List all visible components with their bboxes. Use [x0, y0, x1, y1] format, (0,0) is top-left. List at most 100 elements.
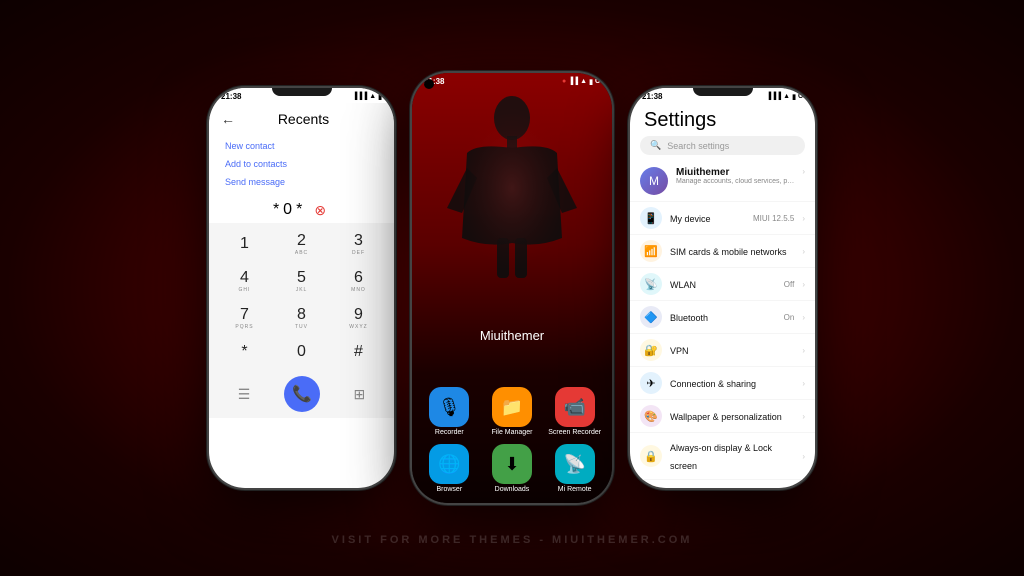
dialpad-display: *0* ⊗ [209, 195, 394, 223]
connection-icon: ✈ [640, 372, 662, 394]
signal-icon: ▐▐▐ [352, 93, 367, 100]
phone-center: 21:38 ● ▐▐ ▲ ▮ C Miuithemer 🎙 Recorder [412, 73, 612, 503]
punch-hole [424, 79, 434, 89]
phone-right: 21:38 ▐▐▐ ▲ ▮ C Settings 🔍 Search settin… [630, 88, 815, 488]
app-downloads[interactable]: ⬇ Downloads [485, 444, 540, 493]
account-name: Miuithemer [676, 167, 794, 178]
account-sub: Manage accounts, cloud services, payment… [676, 178, 794, 185]
dial-key-hash[interactable]: # [331, 338, 386, 366]
app-recorder[interactable]: 🎙 Recorder [422, 387, 477, 436]
wifi-center: ▲ [580, 78, 587, 85]
dial-key-8[interactable]: 8TUV [274, 301, 329, 336]
dial-key-3[interactable]: 3DEF [331, 227, 386, 262]
wlan-title: WLAN [670, 280, 696, 290]
phone-left: 21:38 ▐▐▐ ▲ ▮ ← Recents New contact Add … [209, 88, 394, 488]
account-avatar: M [640, 167, 668, 195]
settings-item-aod[interactable]: 🔒 Always-on display & Lock screen › [630, 433, 815, 480]
dial-key-9[interactable]: 9WXYZ [331, 301, 386, 336]
browser-label: Browser [436, 486, 462, 493]
dialpad-grid: 1 2ABC 3DEF 4GHI 5JKL 6MNO 7PQRS 8TUV 9W… [209, 223, 394, 370]
dial-key-0[interactable]: 0 [274, 338, 329, 366]
settings-search-bar[interactable]: 🔍 Search settings [640, 136, 805, 155]
recorder-icon: 🎙 [429, 387, 469, 427]
status-time-left: 21:38 [221, 92, 241, 101]
settings-item-display[interactable]: ☀ Display › [630, 480, 815, 488]
dialed-number: *0* [273, 201, 306, 219]
settings-item-vpn[interactable]: 🔐 VPN › [630, 334, 815, 367]
notch-left [272, 88, 332, 96]
battery-right: ▮ [792, 93, 796, 101]
vpn-content: VPN [670, 341, 794, 359]
app-browser[interactable]: 🌐 Browser [422, 444, 477, 493]
aod-content: Always-on display & Lock screen [670, 438, 794, 474]
settings-item-wallpaper[interactable]: 🎨 Wallpaper & personalization › [630, 400, 815, 433]
chevron-device: › [802, 214, 805, 223]
settings-screen: 21:38 ▐▐▐ ▲ ▮ C Settings 🔍 Search settin… [630, 88, 815, 488]
add-contacts-option[interactable]: Add to contacts [225, 155, 378, 173]
launcher-greeting: Miuithemer [412, 328, 612, 343]
chevron-wlan: › [802, 280, 805, 289]
dial-key-2[interactable]: 2ABC [274, 227, 329, 262]
settings-item-connection[interactable]: ✈ Connection & sharing › [630, 367, 815, 400]
browser-icon: 🌐 [429, 444, 469, 484]
status-icons-right: ▐▐▐ ▲ ▮ C [766, 93, 803, 101]
menu-icon[interactable]: ☰ [238, 386, 251, 403]
dial-key-1[interactable]: 1 [217, 227, 272, 262]
chevron-account: › [802, 167, 805, 176]
status-icons-center: ● ▐▐ ▲ ▮ C [562, 78, 600, 86]
chevron-sim: › [802, 247, 805, 256]
settings-item-bluetooth[interactable]: 🔷 Bluetooth On › [630, 301, 815, 334]
dial-key-5[interactable]: 5JKL [274, 264, 329, 299]
new-contact-option[interactable]: New contact [225, 137, 378, 155]
dial-key-7[interactable]: 7PQRS [217, 301, 272, 336]
device-content: My device [670, 209, 745, 227]
chevron-wallpaper: › [802, 412, 805, 421]
signal-center: ▐▐ [568, 78, 578, 85]
settings-item-sim[interactable]: 📶 SIM cards & mobile networks › [630, 235, 815, 268]
battery-icon: ▮ [378, 93, 382, 101]
mi-remote-icon: 📡 [555, 444, 595, 484]
chevron-bluetooth: › [802, 313, 805, 322]
chevron-aod: › [802, 452, 805, 461]
search-icon: 🔍 [650, 140, 661, 151]
file-manager-label: File Manager [492, 429, 533, 436]
bluetooth-title: Bluetooth [670, 313, 708, 323]
app-screen-recorder[interactable]: 📹 Screen Recorder [547, 387, 602, 436]
dial-key-star[interactable]: * [217, 338, 272, 366]
settings-item-wlan[interactable]: 📡 WLAN Off › [630, 268, 815, 301]
downloads-label: Downloads [495, 486, 530, 493]
dial-key-6[interactable]: 6MNO [331, 264, 386, 299]
mi-remote-label: Mi Remote [558, 486, 592, 493]
watermark-text: VISIT FOR MORE THEMES - MIUITHEMER.COM [332, 534, 693, 546]
display-icon: ☀ [640, 485, 662, 488]
settings-title: Settings [630, 103, 815, 136]
settings-item-device[interactable]: 📱 My device MIUI 12.5.5 › [630, 202, 815, 235]
app-grid: 🎙 Recorder 📁 File Manager 📹 Screen Recor… [412, 387, 612, 493]
contacts-grid-icon[interactable]: ⊞ [353, 386, 365, 403]
app-file-manager[interactable]: 📁 File Manager [485, 387, 540, 436]
sim-content: SIM cards & mobile networks [670, 242, 794, 260]
send-message-option[interactable]: Send message [225, 173, 378, 191]
settings-list: M Miuithemer Manage accounts, cloud serv… [630, 161, 815, 488]
status-time-right: 21:38 [642, 92, 662, 101]
back-button[interactable]: ← [221, 111, 235, 127]
call-button[interactable]: 📞 [284, 376, 320, 412]
character-silhouette [447, 88, 577, 288]
dial-key-4[interactable]: 4GHI [217, 264, 272, 299]
aod-icon: 🔒 [640, 445, 662, 467]
app-mi-remote[interactable]: 📡 Mi Remote [547, 444, 602, 493]
connection-content: Connection & sharing [670, 374, 794, 392]
device-icon: 📱 [640, 207, 662, 229]
sim-title: SIM cards & mobile networks [670, 247, 787, 257]
wifi-icon: ▲ [369, 93, 376, 100]
bluetooth-content: Bluetooth [670, 308, 776, 326]
downloads-icon: ⬇ [492, 444, 532, 484]
wallpaper-content: Wallpaper & personalization [670, 407, 794, 425]
settings-item-account[interactable]: M Miuithemer Manage accounts, cloud serv… [630, 161, 815, 202]
delete-button[interactable]: ⊗ [314, 202, 330, 219]
screen-recorder-label: Screen Recorder [548, 429, 601, 436]
notch-right [693, 88, 753, 96]
wlan-value: Off [784, 280, 795, 289]
chevron-connection: › [802, 379, 805, 388]
dialer-header: ← Recents [209, 103, 394, 133]
